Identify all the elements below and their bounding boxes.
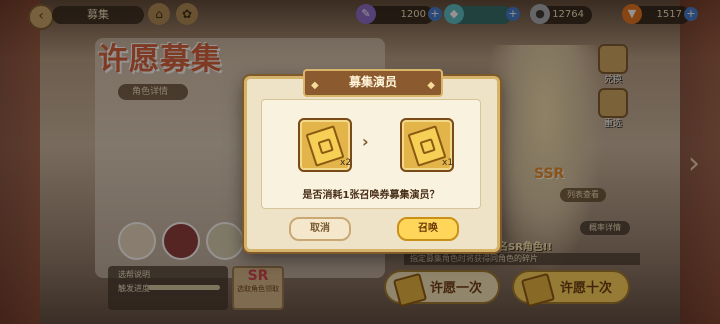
dialog-title-bar: ◆ 募集演员 ◆: [303, 69, 443, 97]
ornament-icon: ◆: [311, 80, 319, 91]
dialog-content: x2 › x1 是否消耗1张召唤券募集演员？: [261, 99, 481, 209]
dialog-title: 募集演员: [348, 75, 397, 89]
recruit-dialog: ◆ 募集演员 ◆ x2 › x1 是否消耗1张召唤券募集演员？ 取消 召唤: [244, 69, 500, 252]
target-quantity: x1: [442, 158, 454, 168]
source-quantity: x2: [340, 158, 352, 168]
ornament-icon: ◆: [427, 80, 435, 91]
summon-button[interactable]: 召唤: [397, 217, 459, 241]
cancel-button[interactable]: 取消: [289, 217, 351, 241]
convert-arrow-icon: ›: [362, 132, 369, 151]
dialog-question: 是否消耗1张召唤券募集演员？: [302, 190, 440, 201]
